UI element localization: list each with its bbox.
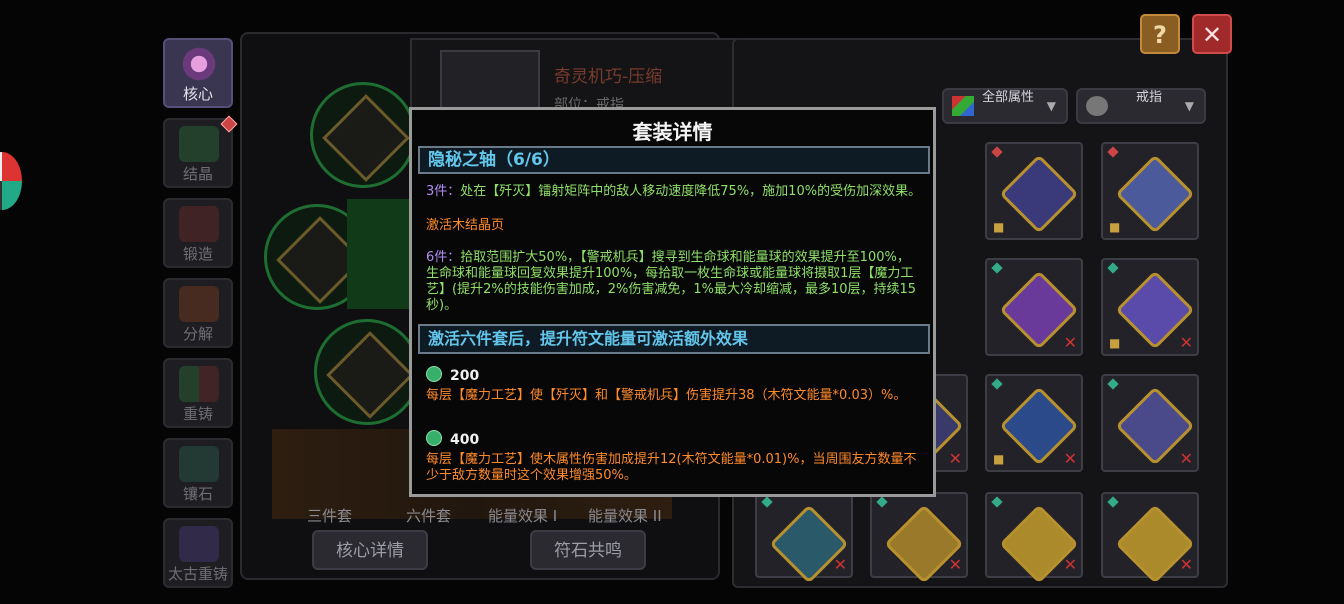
set-name-bar: 隐秘之轴（6/6） [418,146,930,174]
inventory-slot[interactable]: ✕ [985,492,1083,584]
inventory-slot[interactable]: ■ ✕ [985,374,1083,472]
tier-amount-400: 400 [426,430,479,448]
bonus-header-bar: 激活六件套后，提升符文能量可激活额外效果 [418,324,930,354]
notification-badge [220,115,238,133]
lock-icon: ■ [993,220,1005,234]
inventory-slot[interactable]: ✕ [870,492,968,584]
slot-filter-dropdown[interactable]: 戒指 ▼ [1076,88,1206,124]
inventory-slot[interactable]: ✕ [1101,374,1199,472]
tab-dismantle[interactable]: 分解 [163,278,233,348]
ancient-gem-icon [179,526,219,562]
popup-title: 套装详情 [632,120,713,144]
core-slot[interactable] [310,82,416,188]
six-piece-text: 拾取范围扩大50%，【警戒机兵】搜寻到生命球和能量球的效果提升至100%，生命球… [426,250,917,313]
tier-amount-value: 400 [450,432,480,448]
tab-label: 结晶 [182,165,213,183]
attribute-filter-dropdown[interactable]: 全部属性 ▼ [942,88,1068,124]
tier-amount-200: 200 [426,366,479,384]
tab-inlay[interactable]: 镶石 [163,438,233,508]
anvil-icon [179,206,219,242]
attribute-swatch-icon [952,96,974,116]
tab-label: 镶石 [182,485,213,503]
wood-rune-icon [426,430,442,446]
three-piece-note: 激活木结晶页 [426,218,505,233]
three-piece-effect: 3件：处在【歼灭】镭射矩阵中的敌人移动速度降低75%，施加10%的受伤加深效果。 [426,184,922,200]
tab-ancient-recast[interactable]: 太古重铸 [163,518,233,588]
item-name: 奇灵机巧-压缩 [554,67,663,87]
help-button[interactable]: ? [1140,14,1180,54]
tab-label: 锻造 [182,245,213,263]
tier-effect-400: 每层【魔力工艺】使木属性伤害加成提升12(木符文能量*0.01)%，当周围友方数… [426,452,917,483]
discard-mark-icon: ✕ [1063,449,1077,468]
close-button[interactable]: ✕ [1192,14,1232,54]
label-energy-2: 能量效果 II [588,507,662,525]
wood-rune-icon [426,366,442,382]
lock-icon: ■ [1109,220,1121,234]
slot-filter-label: 戒指 [1136,90,1163,105]
three-piece-prefix: 3件： [426,184,461,199]
set-diagram-center [347,199,412,309]
label-three-piece: 三件套 [307,507,353,525]
discard-mark-icon: ✕ [1063,333,1077,352]
side-tab-bar: 核心 结晶 锻造 分解 重铸 镶石 太古重铸 [163,38,238,598]
recast-icon [179,366,219,402]
tab-forge[interactable]: 锻造 [163,198,233,268]
inventory-slot[interactable]: ■ ✕ [1101,258,1199,356]
chevron-down-icon: ▼ [1184,99,1194,113]
tab-label: 核心 [182,85,213,103]
crystal-icon [179,126,219,162]
discard-mark-icon: ✕ [948,449,962,468]
lock-icon: ■ [1109,336,1121,350]
discard-mark-icon: ✕ [1179,449,1193,468]
inventory-slot[interactable]: ✕ [755,492,853,584]
six-piece-prefix: 6件： [426,250,461,265]
discard-mark-icon: ✕ [1179,555,1193,574]
tab-label: 重铸 [182,405,213,423]
discard-mark-icon: ✕ [1063,555,1077,574]
six-piece-effect: 6件：拾取范围扩大50%，【警戒机兵】搜寻到生命球和能量球的效果提升至100%，… [426,250,922,314]
tab-recast[interactable]: 重铸 [163,358,233,428]
inventory-slot[interactable]: ■ [1101,142,1199,240]
inventory-slot[interactable]: ■ [985,142,1083,240]
ring-icon [1086,96,1108,116]
discard-mark-icon: ✕ [833,555,847,574]
hammer-icon [179,286,219,322]
label-energy-1: 能量效果 I [488,507,558,525]
core-icon [179,46,219,82]
inventory-slot[interactable]: ✕ [1101,492,1199,584]
tab-crystal[interactable]: 结晶 [163,115,238,188]
three-piece-text: 处在【歼灭】镭射矩阵中的敌人移动速度降低75%，施加10%的受伤加深效果。 [460,184,922,199]
inventory-slot[interactable]: ✕ [985,258,1083,356]
discard-mark-icon: ✕ [948,555,962,574]
gem-socket-icon [179,446,219,482]
app-logo [0,152,22,210]
item-icon [440,50,540,110]
tier-effect-200: 每层【魔力工艺】使【歼灭】和【警戒机兵】伤害提升38（木符文能量*0.03）%。 [426,388,907,403]
tab-label: 分解 [182,325,213,343]
lock-icon: ■ [993,452,1005,466]
tab-label: 太古重铸 [167,565,228,583]
rune-resonance-button[interactable]: 符石共鸣 [530,530,646,570]
tab-core[interactable]: 核心 [163,38,233,108]
discard-mark-icon: ✕ [1179,333,1193,352]
label-six-piece: 六件套 [406,507,452,525]
chevron-down-icon: ▼ [1046,99,1056,113]
core-slot[interactable] [314,319,420,425]
core-detail-button[interactable]: 核心详情 [312,530,428,570]
set-detail-popup: 套装详情 隐秘之轴（6/6） 3件：处在【歼灭】镭射矩阵中的敌人移动速度降低75… [409,107,936,497]
tier-amount-value: 200 [450,368,480,384]
